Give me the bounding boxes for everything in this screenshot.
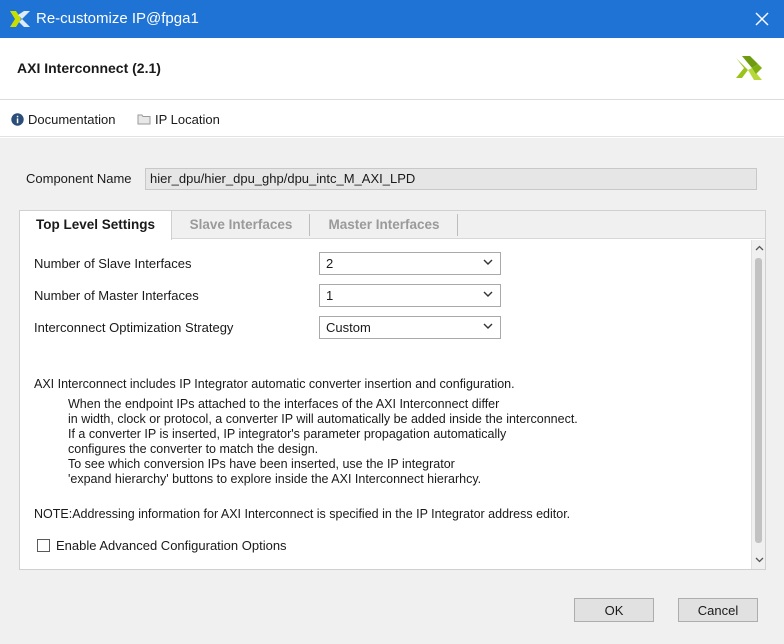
ip-location-link[interactable]: IP Location <box>137 110 220 128</box>
tab-strip: Top Level Settings Slave Interfaces Mast… <box>20 211 765 240</box>
ip-location-label: IP Location <box>155 111 220 127</box>
slave-interfaces-value: 2 <box>326 256 334 271</box>
chevron-down-icon <box>755 557 763 563</box>
close-icon <box>755 12 769 26</box>
ip-name: AXI Interconnect (2.1) <box>17 60 161 76</box>
close-button[interactable] <box>740 0 784 38</box>
description-line: configures the converter to match the de… <box>68 442 319 456</box>
chevron-up-icon <box>755 245 763 251</box>
description-line: in width, clock or protocol, a converter… <box>68 412 578 426</box>
optimization-strategy-label: Interconnect Optimization Strategy <box>34 320 234 335</box>
master-interfaces-value: 1 <box>326 288 334 303</box>
description-line: If a converter IP is inserted, IP integr… <box>68 427 507 441</box>
advanced-options-checkbox[interactable] <box>37 538 50 552</box>
vertical-scrollbar[interactable] <box>751 240 765 569</box>
tab-master-interfaces[interactable]: Master Interfaces <box>311 214 458 236</box>
chevron-down-icon <box>483 323 493 329</box>
title-bar: Re-customize IP@fpga1 <box>0 0 784 38</box>
optimization-strategy-select[interactable]: Custom <box>319 316 501 339</box>
documentation-link[interactable]: Documentation <box>11 110 115 128</box>
tab-content-top-level: Number of Slave Interfaces 2 Number of M… <box>20 240 751 569</box>
dialog-body: Component Name hier_dpu/hier_dpu_ghp/dpu… <box>0 138 784 644</box>
description-line: 'expand hierarchy' buttons to explore in… <box>68 472 482 486</box>
folder-icon <box>137 114 151 125</box>
chevron-down-icon <box>483 259 493 265</box>
description-line: When the endpoint IPs attached to the in… <box>68 397 500 411</box>
component-name-label: Component Name <box>26 171 132 186</box>
tab-top-level-settings[interactable]: Top Level Settings <box>20 211 172 240</box>
link-bar: Documentation IP Location <box>0 101 784 137</box>
scroll-down-button[interactable] <box>754 555 764 565</box>
xilinx-logo-icon <box>736 56 762 80</box>
master-interfaces-select[interactable]: 1 <box>319 284 501 307</box>
xilinx-logo-icon <box>10 11 30 27</box>
settings-tabs: Top Level Settings Slave Interfaces Mast… <box>19 210 766 570</box>
tab-slave-interfaces[interactable]: Slave Interfaces <box>173 214 310 236</box>
ok-button[interactable]: OK <box>574 598 654 622</box>
slave-interfaces-select[interactable]: 2 <box>319 252 501 275</box>
slave-interfaces-label: Number of Slave Interfaces <box>34 256 192 271</box>
advanced-options-label: Enable Advanced Configuration Options <box>56 537 287 553</box>
optimization-strategy-value: Custom <box>326 320 371 335</box>
component-name-field[interactable]: hier_dpu/hier_dpu_ghp/dpu_intc_M_AXI_LPD <box>145 168 757 190</box>
description-line: To see which conversion IPs have been in… <box>68 457 455 471</box>
ip-header: AXI Interconnect (2.1) <box>0 38 784 100</box>
scrollbar-thumb[interactable] <box>755 258 762 543</box>
description-intro: AXI Interconnect includes IP Integrator … <box>34 377 515 391</box>
cancel-button[interactable]: Cancel <box>678 598 758 622</box>
address-note: NOTE:Addressing information for AXI Inte… <box>34 507 571 521</box>
chevron-down-icon <box>483 291 493 297</box>
master-interfaces-label: Number of Master Interfaces <box>34 288 199 303</box>
scroll-up-button[interactable] <box>754 243 764 253</box>
advanced-options-toggle[interactable]: Enable Advanced Configuration Options <box>37 536 287 554</box>
window-title: Re-customize IP@fpga1 <box>36 10 199 27</box>
info-icon <box>11 112 24 126</box>
documentation-label: Documentation <box>28 111 116 127</box>
